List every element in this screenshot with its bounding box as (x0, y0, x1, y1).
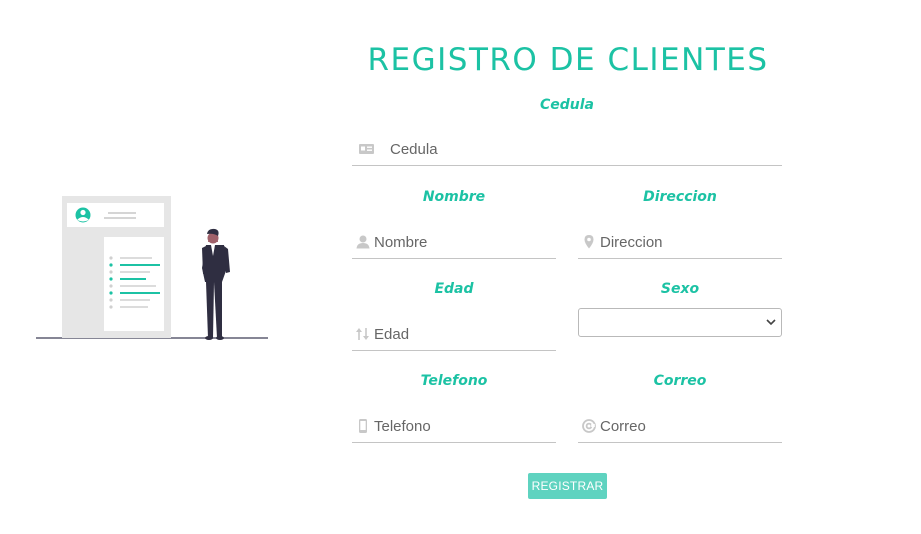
cedula-label: Cedula (539, 97, 594, 113)
at-sign-icon (582, 419, 596, 433)
telefono-field[interactable] (352, 411, 556, 443)
registrar-button[interactable]: REGISTRAR (528, 473, 607, 499)
edad-input[interactable] (374, 319, 550, 349)
sexo-label: Sexo (660, 281, 700, 297)
edad-field[interactable] (352, 319, 556, 351)
nombre-input[interactable] (374, 227, 550, 257)
direccion-field[interactable] (578, 227, 782, 259)
chevron-down-icon (766, 319, 776, 326)
telefono-input[interactable] (374, 411, 550, 441)
map-marker-icon (584, 235, 594, 249)
user-icon (356, 235, 370, 249)
registration-illustration (36, 196, 268, 340)
cedula-field[interactable] (352, 134, 782, 166)
direccion-label: Direccion (643, 189, 717, 205)
correo-label: Correo (653, 373, 707, 389)
id-card-icon (359, 144, 374, 154)
sexo-select[interactable] (578, 308, 782, 337)
edad-label: Edad (434, 281, 474, 297)
correo-input[interactable] (600, 411, 776, 441)
telefono-label: Telefono (420, 373, 488, 389)
direccion-input[interactable] (600, 227, 776, 257)
mobile-phone-icon (359, 419, 367, 433)
correo-field[interactable] (578, 411, 782, 443)
sort-arrows-icon (356, 328, 369, 340)
nombre-field[interactable] (352, 227, 556, 259)
cedula-input[interactable] (390, 134, 770, 164)
page-title: REGISTRO DE CLIENTES (367, 42, 769, 78)
nombre-label: Nombre (422, 189, 486, 205)
